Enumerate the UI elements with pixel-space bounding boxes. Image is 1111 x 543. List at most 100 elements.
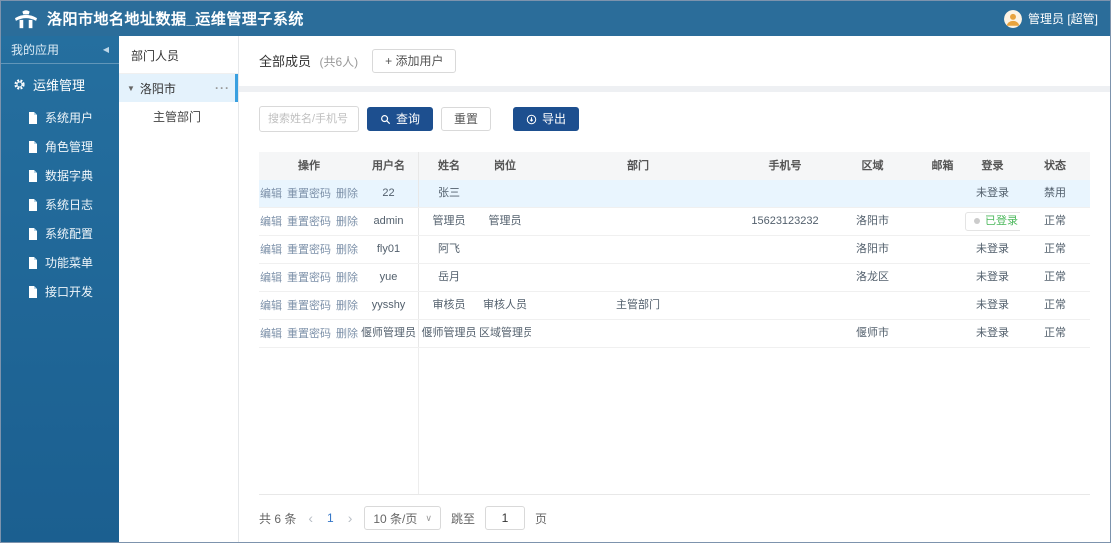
- user-menu[interactable]: 管理员 [超管]: [1003, 9, 1098, 28]
- column-header[interactable]: 岗位: [479, 152, 531, 180]
- sidebar-section-header[interactable]: 我的应用 ◀: [1, 36, 119, 64]
- column-header[interactable]: 手机号: [745, 152, 825, 180]
- table-row[interactable]: 编辑 重置密码 删除 yue 岳月 洛龙区 未登录 正常: [259, 264, 1090, 292]
- username-cell: fly01: [359, 236, 419, 263]
- more-icon[interactable]: ···: [215, 81, 230, 95]
- sidebar-menu-item-label: 功能菜单: [45, 256, 94, 270]
- export-button[interactable]: 导出: [513, 107, 580, 131]
- login-cell: 未登录: [965, 236, 1020, 263]
- export-icon: [526, 114, 537, 124]
- chevron-down-icon[interactable]: ▼: [127, 84, 135, 93]
- phone-cell: [745, 180, 825, 207]
- reset-button[interactable]: 重置: [441, 107, 492, 131]
- edit-action[interactable]: 编辑: [260, 265, 282, 291]
- edit-action[interactable]: 编辑: [260, 293, 282, 319]
- column-header[interactable]: 部门: [531, 152, 745, 180]
- sidebar-group-ops-management[interactable]: 运维管理: [1, 64, 119, 103]
- person-icon: [1003, 9, 1022, 28]
- jump-suffix-label: 页: [535, 511, 548, 526]
- column-header[interactable]: 状态: [1020, 152, 1090, 180]
- actions-cell: 编辑 重置密码 删除: [259, 264, 359, 291]
- delete-action[interactable]: 删除: [336, 209, 358, 235]
- export-button-label: 导出: [542, 112, 567, 126]
- delete-action[interactable]: 删除: [336, 237, 358, 263]
- table-row[interactable]: 编辑 重置密码 删除 fly01 阿飞 洛阳市 未登录 正常: [259, 236, 1090, 264]
- sidebar-menu-item-label: 接口开发: [45, 285, 94, 299]
- table-row[interactable]: 编辑 重置密码 删除 偃师管理员 偃师管理员 区域管理员 偃师市 未登录 正常: [259, 320, 1090, 348]
- sidebar: 我的应用 ◀ 运维管理 系统用户 角色管理 数据字典 系统日志 系统配置 功能菜…: [1, 36, 119, 542]
- avatar[interactable]: [1003, 9, 1022, 28]
- users-table: 操作 用户名 姓名 岗位 部门 手机号 区域 邮箱 登录 状态 编辑 重置密码 删除 22 张三 …: [259, 152, 1090, 495]
- tree-node-root[interactable]: ▼ 洛阳市 ···: [119, 74, 238, 102]
- email-cell: [920, 264, 965, 291]
- column-header[interactable]: 邮箱: [920, 152, 965, 180]
- edit-action[interactable]: 编辑: [260, 321, 282, 347]
- department-cell: [531, 208, 745, 235]
- delete-action[interactable]: 删除: [336, 181, 358, 207]
- document-icon: [29, 198, 37, 211]
- search-input[interactable]: [259, 106, 359, 132]
- column-header[interactable]: 区域: [825, 152, 920, 180]
- page-size-select[interactable]: 10 条/页 ∨: [364, 506, 441, 530]
- edit-action[interactable]: 编辑: [260, 181, 282, 207]
- sidebar-menu-item[interactable]: 角色管理: [1, 132, 119, 161]
- position-cell: 审核人员: [483, 299, 527, 311]
- column-header[interactable]: 操作: [259, 152, 359, 180]
- sidebar-menu-item[interactable]: 系统配置: [1, 219, 119, 248]
- name-cell: 管理员: [432, 215, 466, 227]
- table-header: 操作 用户名 姓名 岗位 部门 手机号 区域 邮箱 登录 状态: [259, 152, 1090, 180]
- column-header[interactable]: 姓名: [419, 152, 479, 180]
- status-cell: 正常: [1044, 327, 1066, 339]
- sidebar-section-title: 我的应用: [11, 43, 60, 57]
- document-icon: [29, 111, 37, 124]
- search-icon: [381, 114, 391, 124]
- column-header[interactable]: 登录: [965, 152, 1020, 180]
- collapse-sidebar-icon[interactable]: ◀: [103, 45, 109, 54]
- department-cell: [531, 236, 745, 263]
- login-status-text: 未登录: [976, 271, 1009, 283]
- sidebar-menu-item[interactable]: 系统日志: [1, 190, 119, 219]
- table-row[interactable]: 编辑 重置密码 删除 22 张三 未登录 禁用: [259, 180, 1090, 208]
- reset-password-action[interactable]: 重置密码: [287, 181, 331, 207]
- tree-node-child[interactable]: 主管部门: [119, 102, 238, 130]
- name-cell: 阿飞: [438, 243, 460, 255]
- delete-action[interactable]: 删除: [336, 293, 358, 319]
- actions-cell: 编辑 重置密码 删除: [259, 292, 359, 319]
- delete-action[interactable]: 删除: [336, 321, 358, 347]
- page-size-value: 10 条/页: [373, 511, 418, 526]
- edit-action[interactable]: 编辑: [260, 209, 282, 235]
- prev-page-button[interactable]: ‹: [306, 511, 315, 525]
- status-cell: 正常: [1044, 271, 1066, 283]
- table-row[interactable]: 编辑 重置密码 删除 yysshy 审核员 审核人员 主管部门 未登录 正常: [259, 292, 1090, 320]
- sidebar-menu-item[interactable]: 系统用户: [1, 103, 119, 132]
- document-icon: [29, 169, 37, 182]
- jump-page-input[interactable]: [485, 506, 526, 530]
- name-cell: 张三: [438, 187, 460, 199]
- position-cell: 区域管理员: [479, 327, 531, 339]
- position-cell: [479, 236, 531, 263]
- next-page-button[interactable]: ›: [346, 511, 355, 525]
- reset-password-action[interactable]: 重置密码: [287, 265, 331, 291]
- current-page[interactable]: 1: [325, 511, 336, 525]
- add-user-button[interactable]: + 添加用户: [372, 49, 457, 73]
- status-cell: 正常: [1044, 215, 1066, 227]
- column-header[interactable]: 用户名: [359, 152, 419, 180]
- document-icon: [29, 227, 37, 240]
- position-cell: [479, 264, 531, 291]
- department-cell: [531, 180, 745, 207]
- reset-password-action[interactable]: 重置密码: [287, 209, 331, 235]
- login-cell: 未登录: [965, 320, 1020, 347]
- query-button[interactable]: 查询: [367, 107, 434, 131]
- table-row[interactable]: 编辑 重置密码 删除 admin 管理员 管理员 15623123232 洛阳市…: [259, 208, 1090, 236]
- email-cell: [920, 292, 965, 319]
- reset-password-action[interactable]: 重置密码: [287, 237, 331, 263]
- edit-action[interactable]: 编辑: [260, 237, 282, 263]
- department-cell: 主管部门: [616, 299, 660, 311]
- reset-password-action[interactable]: 重置密码: [287, 321, 331, 347]
- sidebar-menu-item[interactable]: 数据字典: [1, 161, 119, 190]
- delete-action[interactable]: 删除: [336, 265, 358, 291]
- phone-cell: 15623123232: [751, 215, 819, 227]
- reset-password-action[interactable]: 重置密码: [287, 293, 331, 319]
- sidebar-menu-item[interactable]: 功能菜单: [1, 248, 119, 277]
- sidebar-menu-item[interactable]: 接口开发: [1, 277, 119, 306]
